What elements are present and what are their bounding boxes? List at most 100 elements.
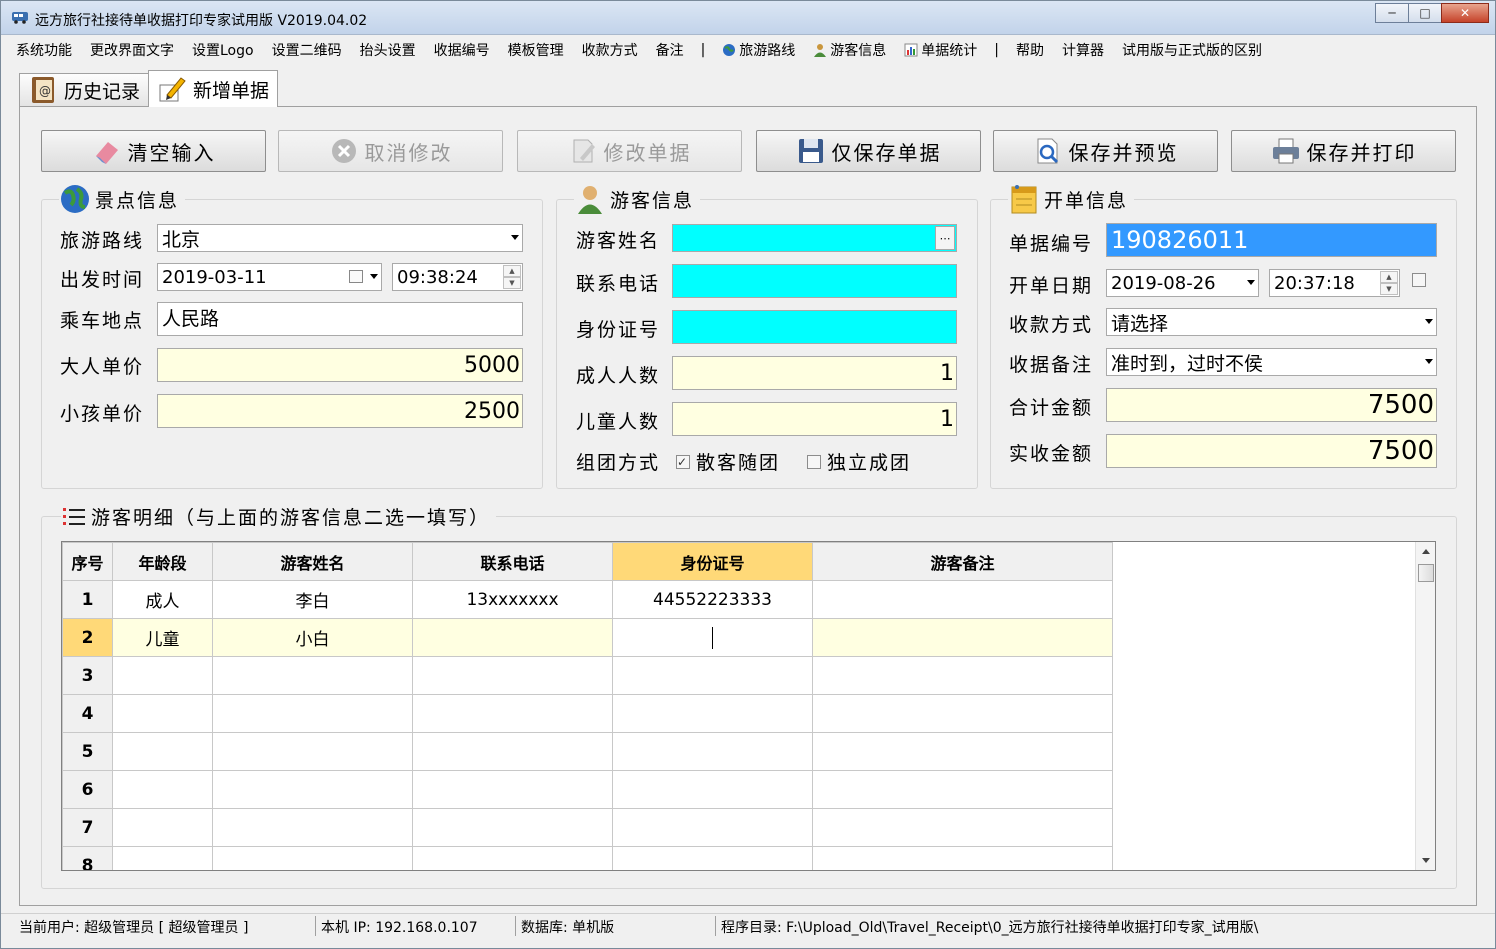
issue-time-input[interactable]: 20:37:18 ▲ ▼ — [1269, 269, 1400, 297]
table-scrollbar[interactable] — [1415, 542, 1435, 870]
pickup-location-input[interactable]: 人民路 — [157, 302, 523, 336]
child-price-input[interactable]: 2500 — [157, 394, 523, 428]
spin-down-icon[interactable]: ▼ — [503, 277, 521, 289]
scatter-group-checkbox[interactable]: ✓ 散客随团 — [676, 448, 780, 475]
table-row[interactable]: 1 成人 李白 13xxxxxxx 44552223333 — [62, 580, 1113, 619]
menu-set-qrcode[interactable]: 设置二维码 — [263, 40, 351, 60]
guest-name-input[interactable]: ⋯ — [672, 224, 957, 252]
table-cell[interactable] — [212, 732, 413, 771]
menu-template[interactable]: 模板管理 — [499, 40, 573, 60]
table-cell[interactable] — [612, 770, 813, 809]
table-cell[interactable] — [812, 846, 1113, 870]
table-cell[interactable] — [612, 656, 813, 695]
save-and-print-button[interactable]: 保存并打印 — [1231, 130, 1456, 172]
table-cell[interactable]: 成人 — [112, 580, 213, 619]
column-header-phone[interactable]: 联系电话 — [412, 542, 613, 581]
menu-statistics[interactable]: 单据统计 — [895, 40, 986, 60]
route-select[interactable]: 北京 — [157, 224, 523, 252]
menu-route[interactable]: 旅游路线 — [713, 40, 804, 60]
table-row[interactable]: 2 儿童 小白 — [62, 618, 1113, 657]
table-cell[interactable] — [412, 732, 613, 771]
table-cell[interactable] — [612, 846, 813, 870]
clear-input-button[interactable]: 清空输入 — [41, 130, 266, 172]
table-row[interactable]: 4 — [62, 694, 1113, 733]
payment-method-select[interactable]: 请选择 — [1106, 308, 1437, 336]
table-cell[interactable] — [112, 656, 213, 695]
column-header-id-number[interactable]: 身份证号 — [612, 542, 813, 581]
table-cell[interactable] — [812, 808, 1113, 847]
checkbox-unchecked-icon[interactable] — [1412, 273, 1426, 287]
row-number[interactable]: 2 — [62, 618, 113, 657]
table-cell[interactable] — [812, 694, 1113, 733]
save-and-preview-button[interactable]: 保存并预览 — [993, 130, 1218, 172]
table-cell[interactable] — [812, 656, 1113, 695]
guest-detail-table[interactable]: 序号 年龄段 游客姓名 联系电话 身份证号 游客备注 1 成人 李白 13xxx… — [61, 541, 1436, 871]
table-cell[interactable] — [412, 846, 613, 870]
checkbox-unchecked-icon[interactable] — [807, 454, 821, 469]
row-number[interactable]: 6 — [62, 770, 113, 809]
menu-header-settings[interactable]: 抬头设置 — [351, 40, 425, 60]
receipt-remark-select[interactable]: 准时到，过时不侯 — [1106, 348, 1437, 376]
table-cell[interactable] — [212, 846, 413, 870]
table-cell[interactable] — [612, 694, 813, 733]
table-cell[interactable] — [112, 770, 213, 809]
total-amount-input[interactable]: 7500 — [1106, 388, 1437, 422]
table-cell[interactable] — [812, 580, 1113, 619]
row-number[interactable]: 1 — [62, 580, 113, 619]
maximize-button[interactable]: □ — [1408, 3, 1442, 23]
table-cell[interactable] — [112, 846, 213, 870]
tab-new-receipt[interactable]: 新增单据 — [148, 70, 279, 107]
adult-price-input[interactable]: 5000 — [157, 348, 523, 382]
table-row[interactable]: 3 — [62, 656, 1113, 695]
received-amount-input[interactable]: 7500 — [1106, 434, 1437, 468]
table-cell[interactable]: 13xxxxxxx — [412, 580, 613, 619]
menu-trial-difference[interactable]: 试用版与正式版的区别 — [1113, 40, 1271, 60]
children-count-input[interactable]: 1 — [672, 402, 957, 436]
departure-time-input[interactable]: 09:38:24 ▲ ▼ — [392, 263, 523, 291]
table-cell[interactable] — [812, 618, 1113, 657]
table-cell[interactable] — [112, 808, 213, 847]
receipt-no-input[interactable]: 190826011 — [1106, 223, 1437, 257]
table-cell[interactable] — [812, 732, 1113, 771]
table-row[interactable]: 6 — [62, 770, 1113, 809]
scroll-up-icon[interactable] — [1422, 549, 1430, 554]
time-spinner[interactable]: ▲ ▼ — [1380, 271, 1398, 295]
tab-history[interactable]: @ 历史记录 — [19, 73, 150, 106]
menu-calculator[interactable]: 计算器 — [1053, 40, 1113, 60]
id-number-input[interactable] — [672, 310, 957, 344]
issue-time-checkbox[interactable] — [1412, 273, 1432, 287]
table-cell[interactable] — [212, 656, 413, 695]
table-cell[interactable] — [212, 770, 413, 809]
menu-guest-info[interactable]: 游客信息 — [804, 40, 895, 60]
menu-help[interactable]: 帮助 — [1007, 40, 1053, 60]
menu-set-logo[interactable]: 设置Logo — [183, 40, 263, 60]
table-cell[interactable] — [412, 770, 613, 809]
departure-date-picker[interactable]: 2019-03-11 — [157, 263, 382, 291]
menu-payment-method[interactable]: 收款方式 — [573, 40, 647, 60]
row-number[interactable]: 7 — [62, 808, 113, 847]
spin-up-icon[interactable]: ▲ — [503, 265, 521, 277]
minimize-button[interactable]: ─ — [1375, 3, 1409, 23]
table-cell[interactable] — [812, 770, 1113, 809]
column-header-guest-name[interactable]: 游客姓名 — [212, 542, 413, 581]
table-cell[interactable] — [612, 808, 813, 847]
table-cell[interactable] — [412, 656, 613, 695]
table-row[interactable]: 5 — [62, 732, 1113, 771]
adults-count-input[interactable]: 1 — [672, 356, 957, 390]
time-spinner[interactable]: ▲ ▼ — [503, 265, 521, 289]
table-cell[interactable]: 儿童 — [112, 618, 213, 657]
table-cell[interactable] — [412, 808, 613, 847]
row-number[interactable]: 5 — [62, 732, 113, 771]
column-header-seq[interactable]: 序号 — [62, 542, 113, 581]
row-number[interactable]: 4 — [62, 694, 113, 733]
cancel-edit-button[interactable]: 取消修改 — [278, 130, 503, 172]
table-cell[interactable] — [212, 808, 413, 847]
spin-down-icon[interactable]: ▼ — [1380, 283, 1398, 295]
independent-group-checkbox[interactable]: 独立成团 — [807, 448, 911, 475]
table-cell[interactable]: 44552223333 — [612, 580, 813, 619]
menu-remark[interactable]: 备注 — [647, 40, 693, 60]
modify-receipt-button[interactable]: 修改单据 — [517, 130, 742, 172]
spin-up-icon[interactable]: ▲ — [1380, 271, 1398, 283]
column-header-guest-remark[interactable]: 游客备注 — [812, 542, 1113, 581]
close-button[interactable]: ✕ — [1441, 3, 1489, 23]
